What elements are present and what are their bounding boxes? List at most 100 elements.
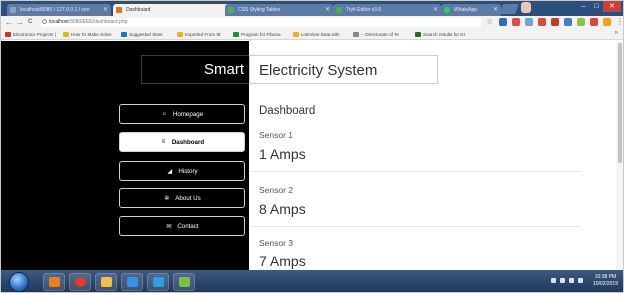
extension-icon[interactable] <box>512 18 520 26</box>
address-bar: ← → C localhost:8080/EEE/dashboard.php ☆… <box>1 16 623 29</box>
bookmark-item[interactable]: Suggested Sites <box>121 31 162 38</box>
bookmark-item[interactable]: Imported From IE <box>177 31 221 38</box>
nav-homepage-button[interactable]: ⌂ Homepage <box>119 104 245 124</box>
tab-title: Dashboard <box>126 7 151 13</box>
divider <box>251 171 581 172</box>
extension-icon[interactable] <box>551 18 559 26</box>
tab-title: localhost/8080 / 127.0.0.1 / sen <box>20 7 90 13</box>
tab-css-tables[interactable]: CSS Styling Tables ✕ <box>225 4 333 16</box>
sensor-1-value: 1 Amps <box>259 146 306 162</box>
bookmark-label: How To Make Solve <box>71 32 112 37</box>
taskbar-app-media-player[interactable] <box>43 273 65 291</box>
app-icon <box>179 277 190 287</box>
extension-icon[interactable] <box>603 18 611 26</box>
extension-icon[interactable] <box>525 18 533 26</box>
menu-icon[interactable]: ⋮ <box>616 18 623 26</box>
taskbar-app-chrome[interactable] <box>69 273 91 291</box>
battery-icon[interactable] <box>569 278 574 283</box>
bookmark-icon <box>177 32 183 37</box>
bookmark-label: -- Directorate of Te <box>361 32 399 37</box>
tab-favicon-icon <box>116 7 122 13</box>
tab-close-icon[interactable]: ✕ <box>103 4 108 16</box>
header-box: Electricity System <box>249 55 438 84</box>
bookmark-item[interactable]: Program for Fibona <box>233 31 281 38</box>
tab-close-icon[interactable]: ✕ <box>325 4 330 16</box>
sensor-3-label: Sensor 3 <box>259 238 294 248</box>
extension-icon[interactable] <box>577 18 585 26</box>
taskbar-app-blue[interactable] <box>147 273 169 291</box>
gears-icon: ✲ <box>164 195 170 202</box>
divider <box>251 226 581 227</box>
star-icon[interactable]: ☆ <box>486 18 494 26</box>
bookmark-item[interactable]: -- Directorate of Te <box>353 31 399 38</box>
forward-button[interactable]: → <box>16 17 24 28</box>
folder-icon <box>101 277 112 287</box>
bookmark-item[interactable]: How To Make Solve <box>63 31 112 38</box>
extension-icon[interactable] <box>499 18 507 26</box>
bookmark-item[interactable]: Electronics Projects | <box>5 31 56 38</box>
nav-contact-button[interactable]: ✉ Contact <box>119 216 245 236</box>
page-content: Smart ⌂ Homepage ≡ Dashboard ◢ History ✲… <box>1 41 623 270</box>
tab-title: TryIt Editor v3.6 <box>346 7 382 13</box>
tab-favicon-icon <box>10 7 16 13</box>
url-host: localhost <box>49 19 69 25</box>
chart-icon: ◢ <box>167 168 173 175</box>
extension-icon[interactable] <box>564 18 572 26</box>
url-path: :8080/EEE/dashboard.php <box>68 19 128 25</box>
tray-arrow-icon[interactable] <box>551 278 556 283</box>
taskbar-app-file-explorer[interactable] <box>95 273 117 291</box>
tab-tryit-editor[interactable]: TryIt Editor v3.6 ✕ <box>333 4 441 16</box>
sensor-2-value: 8 Amps <box>259 201 306 217</box>
profile-avatar-icon[interactable] <box>521 2 531 13</box>
tab-whatsapp[interactable]: WhatsApp ✕ <box>441 4 501 16</box>
nav-label: Contact <box>177 222 199 230</box>
nav-history-button[interactable]: ◢ History <box>119 161 245 181</box>
bookmark-label: Program for Fibona <box>241 32 281 37</box>
tab-close-icon[interactable]: ✕ <box>493 4 498 16</box>
tab-favicon-icon <box>336 7 342 13</box>
extension-icon[interactable] <box>538 18 546 26</box>
network-icon[interactable] <box>560 278 565 283</box>
taskbar-app-green[interactable] <box>173 273 195 291</box>
extension-icon[interactable] <box>590 18 598 26</box>
new-tab-button[interactable] <box>499 4 519 14</box>
clock-time: 10:38 PM <box>594 274 617 280</box>
tab-phpmyadmin[interactable]: localhost/8080 / 127.0.0.1 / sen ✕ <box>7 4 111 16</box>
sensor-1-label: Sensor 1 <box>259 130 294 140</box>
volume-icon[interactable] <box>578 278 583 283</box>
system-tray <box>551 278 583 283</box>
sidebar: Smart ⌂ Homepage ≡ Dashboard ◢ History ✲… <box>1 41 249 270</box>
reload-button[interactable]: C <box>28 17 32 28</box>
maximize-button[interactable]: □ <box>590 1 603 12</box>
home-icon: ⌂ <box>162 111 167 117</box>
tab-close-icon[interactable]: ✕ <box>433 4 438 16</box>
tab-favicon-icon <box>444 7 450 13</box>
nav-dashboard-button[interactable]: ≡ Dashboard <box>119 132 245 152</box>
nav-label: Dashboard <box>171 138 205 146</box>
minimize-button[interactable]: – <box>577 1 590 12</box>
bookmark-item[interactable]: LinkView Data with <box>293 31 340 38</box>
taskbar-app-edge[interactable] <box>121 273 143 291</box>
scrollbar-thumb[interactable] <box>618 43 622 163</box>
tab-dashboard[interactable]: Dashboard ✕ <box>113 4 235 16</box>
bookmark-item[interactable]: Search results for DI <box>415 31 465 38</box>
bookmark-icon <box>63 32 69 37</box>
sensor-3-value: 7 Amps <box>259 253 306 269</box>
nav-label: About Us <box>175 194 201 202</box>
nav-label: Homepage <box>172 110 204 118</box>
app-icon <box>153 277 164 287</box>
nav-about-button[interactable]: ✲ About Us <box>119 188 245 208</box>
url-input[interactable]: localhost:8080/EEE/dashboard.php <box>41 18 481 27</box>
back-button[interactable]: ← <box>5 17 13 28</box>
bookmark-label: Search results for DI <box>423 32 465 37</box>
cart-icon: ≡ <box>161 139 166 145</box>
edge-icon <box>127 277 138 287</box>
bookmark-icon <box>121 32 127 37</box>
media-player-icon <box>49 277 60 287</box>
page-scrollbar[interactable] <box>616 41 623 270</box>
more-bookmarks-button[interactable]: » <box>615 30 618 36</box>
start-button[interactable] <box>9 272 29 292</box>
taskbar-clock[interactable]: 10:38 PM 10/02/2019 <box>593 274 618 288</box>
close-window-button[interactable]: ✕ <box>603 1 621 12</box>
site-info-icon[interactable] <box>42 19 47 24</box>
